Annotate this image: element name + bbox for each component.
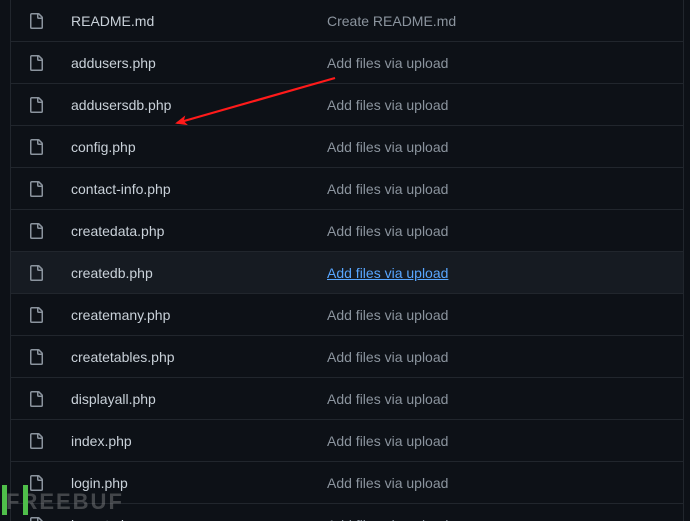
table-row: displayall.php Add files via upload <box>11 378 683 420</box>
file-icon <box>28 139 44 155</box>
commit-message-link[interactable]: Add files via upload <box>327 55 448 71</box>
commit-message-link[interactable]: Add files via upload <box>327 517 448 521</box>
file-name-link[interactable]: logout.php <box>71 517 136 521</box>
table-row: createtables.php Add files via upload <box>11 336 683 378</box>
file-name-link[interactable]: login.php <box>71 475 128 491</box>
commit-message-link[interactable]: Add files via upload <box>327 223 448 239</box>
file-name-link[interactable]: config.php <box>71 139 136 155</box>
table-row: createdb.php Add files via upload <box>11 252 683 294</box>
table-row: addusersdb.php Add files via upload <box>11 84 683 126</box>
table-row: createdata.php Add files via upload <box>11 210 683 252</box>
commit-message-link[interactable]: Add files via upload <box>327 139 448 155</box>
table-row: config.php Add files via upload <box>11 126 683 168</box>
commit-message-link[interactable]: Add files via upload <box>327 97 448 113</box>
file-list-panel: README.md Create README.md addusers.php Add… <box>10 0 684 521</box>
file-icon <box>28 391 44 407</box>
file-icon <box>28 181 44 197</box>
file-name-link[interactable]: contact-info.php <box>71 181 171 197</box>
commit-message-link[interactable]: Add files via upload <box>327 349 448 365</box>
file-table: README.md Create README.md addusers.php Add… <box>11 0 683 521</box>
file-name-link[interactable]: createtables.php <box>71 349 175 365</box>
file-name-link[interactable]: displayall.php <box>71 391 156 407</box>
file-icon <box>28 55 44 71</box>
commit-message-link[interactable]: Add files via upload <box>327 433 448 449</box>
table-row: login.php Add files via upload <box>11 462 683 504</box>
commit-message-link[interactable]: Add files via upload <box>327 307 448 323</box>
file-icon <box>28 349 44 365</box>
table-row: logout.php Add files via upload <box>11 504 683 521</box>
file-icon <box>28 265 44 281</box>
file-icon <box>28 223 44 239</box>
table-row: index.php Add files via upload <box>11 420 683 462</box>
file-icon <box>28 13 44 29</box>
table-row: README.md Create README.md <box>11 0 683 42</box>
table-row: addusers.php Add files via upload <box>11 42 683 84</box>
file-name-link[interactable]: createdb.php <box>71 265 153 281</box>
table-row: contact-info.php Add files via upload <box>11 168 683 210</box>
file-icon <box>28 97 44 113</box>
file-name-link[interactable]: addusers.php <box>71 55 156 71</box>
file-icon <box>28 475 44 491</box>
commit-message-link[interactable]: Add files via upload <box>327 391 448 407</box>
commit-message-link[interactable]: Add files via upload <box>327 181 448 197</box>
table-row: createmany.php Add files via upload <box>11 294 683 336</box>
commit-message-link[interactable]: Add files via upload <box>327 265 448 281</box>
file-name-link[interactable]: createdata.php <box>71 223 164 239</box>
file-icon <box>28 517 44 521</box>
file-icon <box>28 307 44 323</box>
commit-message-link[interactable]: Add files via upload <box>327 475 448 491</box>
file-name-link[interactable]: addusersdb.php <box>71 97 171 113</box>
file-name-link[interactable]: README.md <box>71 13 154 29</box>
file-name-link[interactable]: createmany.php <box>71 307 170 323</box>
file-name-link[interactable]: index.php <box>71 433 132 449</box>
commit-message-link[interactable]: Create README.md <box>327 13 456 29</box>
file-icon <box>28 433 44 449</box>
